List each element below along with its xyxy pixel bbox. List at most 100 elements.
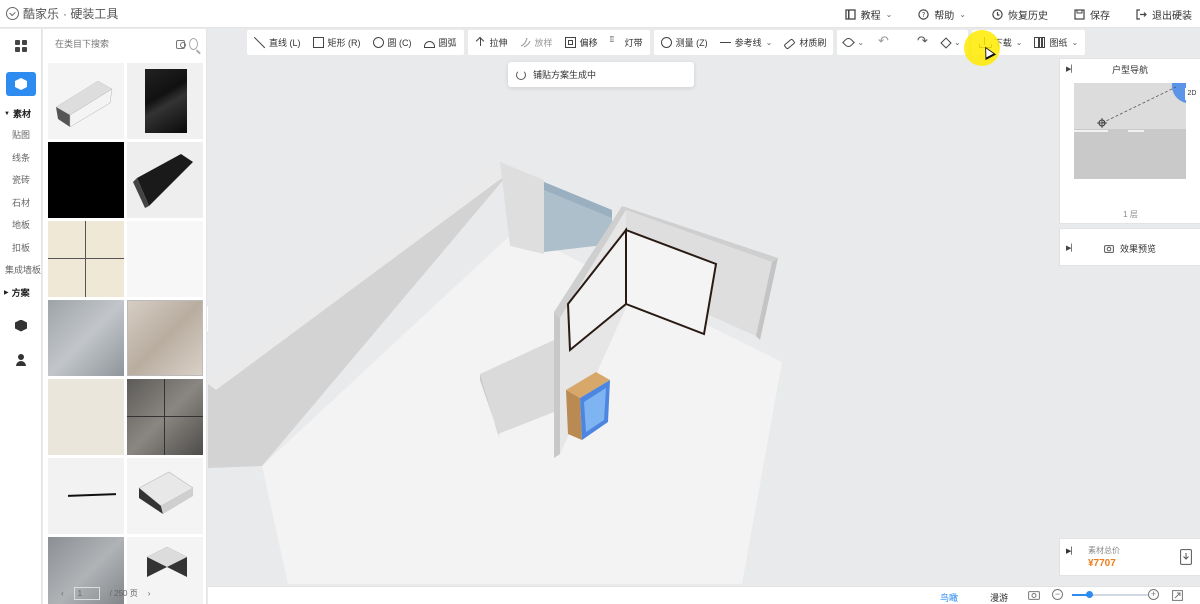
- user-icon: [15, 353, 27, 366]
- tool-line-label: 直线 (L): [269, 38, 301, 48]
- material-thumb[interactable]: [127, 458, 203, 534]
- material-thumb[interactable]: [48, 142, 124, 218]
- chevron-down-icon: ⌄: [765, 38, 773, 47]
- pager-prev-button[interactable]: ‹: [61, 589, 64, 598]
- sidebar-item-molding[interactable]: 线条: [0, 147, 41, 170]
- search-icon[interactable]: [189, 38, 198, 50]
- sidebar-item-panel[interactable]: 扣板: [0, 237, 41, 260]
- tool-arc[interactable]: 圆弧: [423, 36, 457, 49]
- material-thumb[interactable]: [127, 221, 203, 297]
- zoom-slider-handle[interactable]: [1086, 591, 1093, 598]
- material-thumb[interactable]: [127, 379, 203, 455]
- view-bird-button[interactable]: 鸟瞰: [940, 591, 958, 604]
- exit-icon: [1136, 8, 1147, 20]
- toolbar-group-view: ⌄ ⌄: [837, 30, 968, 55]
- rail-apps-button[interactable]: [0, 31, 42, 61]
- chevron-down-icon: ⌄: [1071, 38, 1079, 47]
- tool-loft[interactable]: 放样: [520, 36, 553, 49]
- eraser-icon: [940, 36, 952, 49]
- camera-icon[interactable]: [176, 39, 186, 49]
- 3d-viewport[interactable]: [208, 58, 1058, 584]
- redo-button[interactable]: [917, 33, 928, 49]
- triangle-down-icon: ▼: [4, 110, 10, 117]
- tool-eraser[interactable]: ⌄: [940, 36, 961, 49]
- export-list-icon[interactable]: [1180, 549, 1192, 565]
- navigator-header: ▶▏ 户型导航: [1060, 59, 1200, 79]
- tool-visibility[interactable]: ⌄: [842, 36, 864, 49]
- sidebar-item-flooring[interactable]: 地板: [0, 214, 41, 237]
- search-input[interactable]: [49, 35, 172, 53]
- tool-measure[interactable]: 测量 (Z): [660, 36, 708, 49]
- material-thumb[interactable]: [48, 379, 124, 455]
- tool-guide[interactable]: 参考线 ⌄: [719, 36, 773, 49]
- floor-label: 1 层: [1123, 210, 1138, 219]
- material-thumb[interactable]: [48, 63, 124, 139]
- drawing-icon: [1034, 37, 1046, 48]
- restore-history-button[interactable]: 恢复历史: [992, 7, 1048, 22]
- panel-preview: [133, 154, 193, 208]
- tutorial-menu[interactable]: 教程 ⌄: [844, 7, 892, 22]
- sidebar-item-wallboard[interactable]: 集成墙板: [0, 259, 41, 282]
- tool-material-brush[interactable]: 材质刷: [783, 36, 826, 50]
- zoom-out-icon[interactable]: −: [1052, 589, 1063, 600]
- save-button[interactable]: 保存: [1074, 7, 1110, 22]
- top-bar: 酷家乐 · 硬装工具 教程 ⌄ ? 帮助 ⌄ 恢复历史 保存 退出硬装: [0, 0, 1200, 28]
- black-marble-preview: [145, 69, 187, 133]
- tool-line[interactable]: 直线 (L): [254, 36, 301, 49]
- tool-offset[interactable]: 偏移: [564, 36, 598, 49]
- tool-rect[interactable]: 矩形 (R): [312, 36, 361, 49]
- material-thumb[interactable]: [48, 458, 124, 534]
- sidebar-item-texture[interactable]: 贴图: [0, 124, 41, 147]
- tool-rect-label: 矩形 (R): [327, 38, 361, 48]
- guide-line-icon: [719, 37, 731, 48]
- tool-extrude-label: 拉伸: [489, 38, 508, 48]
- sidebar-group-plan[interactable]: ▶ 方案: [0, 282, 41, 303]
- exit-button[interactable]: 退出硬装: [1136, 7, 1192, 22]
- rail-user-button[interactable]: [0, 345, 42, 375]
- sidebar-group-material[interactable]: ▼ 素材: [0, 103, 41, 124]
- minimap-drawing: [1074, 83, 1186, 132]
- svg-text:?: ?: [922, 11, 926, 19]
- rectangle-icon: [312, 37, 324, 48]
- tool-lightstrip[interactable]: 灯带: [610, 35, 643, 49]
- pager-next-button[interactable]: ›: [148, 589, 151, 598]
- expand-icon[interactable]: ▶▏: [1066, 547, 1077, 555]
- sidebar-item-stone[interactable]: 石材: [0, 192, 41, 215]
- extrude-icon: [475, 37, 486, 48]
- toast-message: 铺贴方案生成中: [533, 70, 597, 80]
- material-thumb[interactable]: [48, 300, 124, 376]
- redo-icon: [917, 33, 928, 49]
- pager-page-input[interactable]: 1: [73, 586, 100, 600]
- toolbar-group-draw: 直线 (L) 矩形 (R) 圆 (C) 圆弧: [247, 30, 464, 55]
- navigator-title: 户型导航: [1111, 64, 1148, 75]
- view-2d-toggle[interactable]: 2D: [1185, 88, 1199, 100]
- rail-hardware-button[interactable]: [0, 69, 42, 99]
- tool-extrude[interactable]: 拉伸: [475, 36, 508, 49]
- fullscreen-icon[interactable]: [1172, 590, 1183, 601]
- material-thumb[interactable]: [48, 221, 124, 297]
- view-walk-button[interactable]: 漫游: [990, 591, 1008, 604]
- help-label: 帮助: [934, 10, 955, 22]
- rail-model-button[interactable]: [0, 311, 42, 341]
- material-thumb[interactable]: [127, 63, 203, 139]
- drawing-toolbar: 直线 (L) 矩形 (R) 圆 (C) 圆弧 拉伸 放样 偏移 灯带 测量 (Z…: [247, 30, 1089, 55]
- material-thumb[interactable]: [127, 142, 203, 218]
- effect-preview-panel[interactable]: ▶▏ 效果预览: [1059, 228, 1200, 266]
- tool-circle[interactable]: 圆 (C): [372, 36, 412, 49]
- tile-grout: [85, 221, 86, 297]
- undo-button[interactable]: [878, 33, 889, 49]
- material-thumb[interactable]: [127, 300, 203, 376]
- logo-icon: [6, 7, 19, 20]
- thin-line-preview: [67, 493, 117, 497]
- chevron-down-icon: ⌄: [959, 9, 966, 19]
- screenshot-camera-icon[interactable]: [1028, 590, 1040, 600]
- app-logo[interactable]: 酷家乐 · 硬装工具: [0, 5, 118, 22]
- zoom-slider[interactable]: [1072, 591, 1148, 598]
- navigator-minimap[interactable]: [1074, 83, 1186, 179]
- sidebar-item-tile[interactable]: 瓷砖: [0, 169, 41, 192]
- tool-drawing[interactable]: 图纸 ⌄: [1034, 36, 1078, 49]
- help-menu[interactable]: ? 帮助 ⌄: [918, 7, 966, 22]
- zoom-in-icon[interactable]: +: [1148, 589, 1159, 600]
- camera-icon: [1104, 244, 1114, 253]
- chevron-down-icon: ⌄: [954, 38, 961, 47]
